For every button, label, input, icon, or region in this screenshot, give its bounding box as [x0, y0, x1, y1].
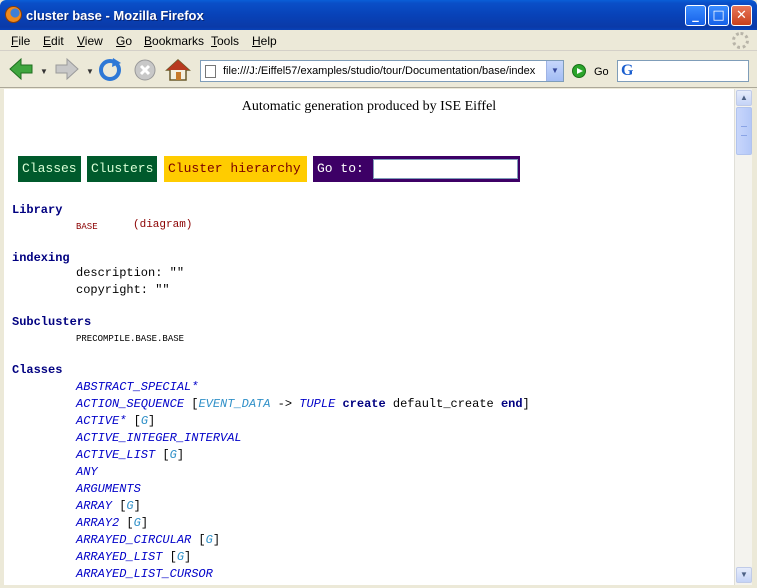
google-search-icon[interactable]: G	[621, 62, 633, 80]
navigation-toolbar: ▼ ▼ file:///J:/Eiffel57/examples/studio/…	[0, 52, 757, 88]
class-link[interactable]: ARRAY	[76, 499, 112, 513]
goto-input[interactable]	[373, 159, 518, 179]
menu-view[interactable]: View	[77, 34, 103, 48]
stop-icon	[134, 59, 156, 81]
menu-bookmarks[interactable]: Bookmarks	[144, 34, 204, 48]
url-text[interactable]: file:///J:/Eiffel57/examples/studio/tour…	[223, 65, 545, 77]
class-row: ACTIVE* [G]	[76, 414, 156, 428]
class-link[interactable]: ARRAYED_LIST_CURSOR	[76, 567, 213, 581]
goto-label: Go to:	[317, 161, 364, 176]
back-history-dropdown-icon[interactable]: ▼	[40, 67, 48, 76]
home-button[interactable]	[165, 57, 191, 83]
generic-link[interactable]: G	[177, 550, 184, 564]
class-link[interactable]: ARRAYED_LIST	[76, 550, 162, 564]
window-title: cluster base - Mozilla Firefox	[26, 8, 204, 23]
menu-help[interactable]: Help	[252, 34, 277, 48]
classes-link[interactable]: Classes	[16, 154, 83, 184]
class-link[interactable]: ABSTRACT_SPECIAL*	[76, 380, 198, 394]
diagram-link[interactable]: (diagram)	[133, 219, 192, 231]
forward-button[interactable]	[54, 57, 82, 83]
home-icon	[165, 58, 191, 81]
back-button[interactable]	[8, 57, 36, 83]
firefox-icon	[5, 6, 22, 23]
vertical-scrollbar[interactable]: ▲ ▼	[734, 89, 752, 585]
scrollbar-thumb[interactable]	[736, 107, 752, 155]
throbber-icon	[732, 32, 749, 49]
go-button[interactable]: Go	[594, 66, 609, 78]
subclusters-heading: Subclusters	[12, 315, 92, 329]
indexing-heading: indexing	[12, 251, 70, 265]
library-name-link[interactable]: BASE	[76, 222, 98, 232]
back-arrow-icon	[9, 57, 33, 81]
menu-edit[interactable]: Edit	[43, 34, 64, 48]
go-icon[interactable]	[572, 64, 586, 78]
generic-link[interactable]: G	[126, 499, 133, 513]
class-link[interactable]: ARRAYED_CIRCULAR	[76, 533, 191, 547]
generic-link[interactable]: G	[134, 516, 141, 530]
title-bar: cluster base - Mozilla Firefox _ □ ✕	[0, 0, 757, 30]
class-row: ARRAY [G]	[76, 499, 141, 513]
class-row: ACTIVE_LIST [G]	[76, 448, 185, 462]
menu-bar: File Edit View Go Bookmarks Tools Help	[0, 30, 757, 51]
scroll-down-icon[interactable]: ▼	[736, 567, 752, 583]
generation-header: Automatic generation produced by ISE Eif…	[241, 99, 497, 114]
generic-link[interactable]: EVENT_DATA	[198, 397, 270, 411]
class-link[interactable]: TUPLE	[299, 397, 335, 411]
class-row: ACTION_SEQUENCE [EVENT_DATA -> TUPLE cre…	[76, 397, 530, 411]
page-icon	[205, 65, 216, 78]
generic-link[interactable]: G	[206, 533, 213, 547]
reload-button[interactable]	[97, 57, 123, 83]
class-link[interactable]: ARGUMENTS	[76, 482, 141, 496]
library-heading: Library	[12, 203, 63, 217]
scroll-up-icon[interactable]: ▲	[736, 90, 752, 106]
class-row: ACTIVE_INTEGER_INTERVAL	[76, 431, 242, 445]
url-history-dropdown-icon[interactable]: ▼	[546, 61, 563, 81]
goto-box: Go to:	[311, 154, 522, 184]
class-row: ARRAYED_LIST [G]	[76, 550, 192, 564]
minimize-button[interactable]: _	[685, 5, 706, 26]
close-button[interactable]: ✕	[731, 5, 752, 26]
class-link[interactable]: ACTIVE_INTEGER_INTERVAL	[76, 431, 242, 445]
class-link[interactable]: ACTION_SEQUENCE	[76, 397, 184, 411]
class-link[interactable]: ACTIVE_LIST	[76, 448, 155, 462]
window-border	[752, 89, 757, 588]
maximize-button[interactable]: □	[708, 5, 729, 26]
class-row: ARRAY2 [G]	[76, 516, 149, 530]
class-row: ARGUMENTS	[76, 482, 141, 496]
stop-button[interactable]	[132, 57, 158, 83]
cluster-hierarchy-link[interactable]: Cluster hierarchy	[162, 154, 309, 184]
class-row: ABSTRACT_SPECIAL*	[76, 380, 198, 394]
menu-tools[interactable]: Tools	[211, 34, 239, 48]
class-link[interactable]: ACTIVE*	[76, 414, 126, 428]
classes-heading: Classes	[12, 363, 63, 377]
search-box[interactable]: G	[617, 60, 749, 82]
page-content: Automatic generation produced by ISE Eif…	[4, 89, 734, 585]
generic-link[interactable]: G	[170, 448, 177, 462]
class-link[interactable]: ARRAY2	[76, 516, 119, 530]
menu-go[interactable]: Go	[116, 34, 132, 48]
reload-icon	[99, 58, 121, 81]
copyright-line: copyright: ""	[76, 283, 170, 297]
generic-link[interactable]: G	[141, 414, 148, 428]
class-row: ARRAYED_CIRCULAR [G]	[76, 533, 221, 547]
class-link[interactable]: ANY	[76, 465, 98, 479]
address-bar[interactable]: file:///J:/Eiffel57/examples/studio/tour…	[200, 60, 564, 82]
clusters-link[interactable]: Clusters	[85, 154, 160, 184]
forward-arrow-icon	[55, 57, 79, 81]
forward-history-dropdown-icon[interactable]: ▼	[86, 67, 94, 76]
class-row: ANY	[76, 465, 98, 479]
description-line: description: ""	[76, 266, 185, 280]
subcluster-link[interactable]: PRECOMPILE.BASE.BASE	[76, 334, 184, 344]
class-row: ARRAYED_LIST_CURSOR	[76, 567, 213, 581]
menu-file[interactable]: File	[11, 34, 30, 48]
